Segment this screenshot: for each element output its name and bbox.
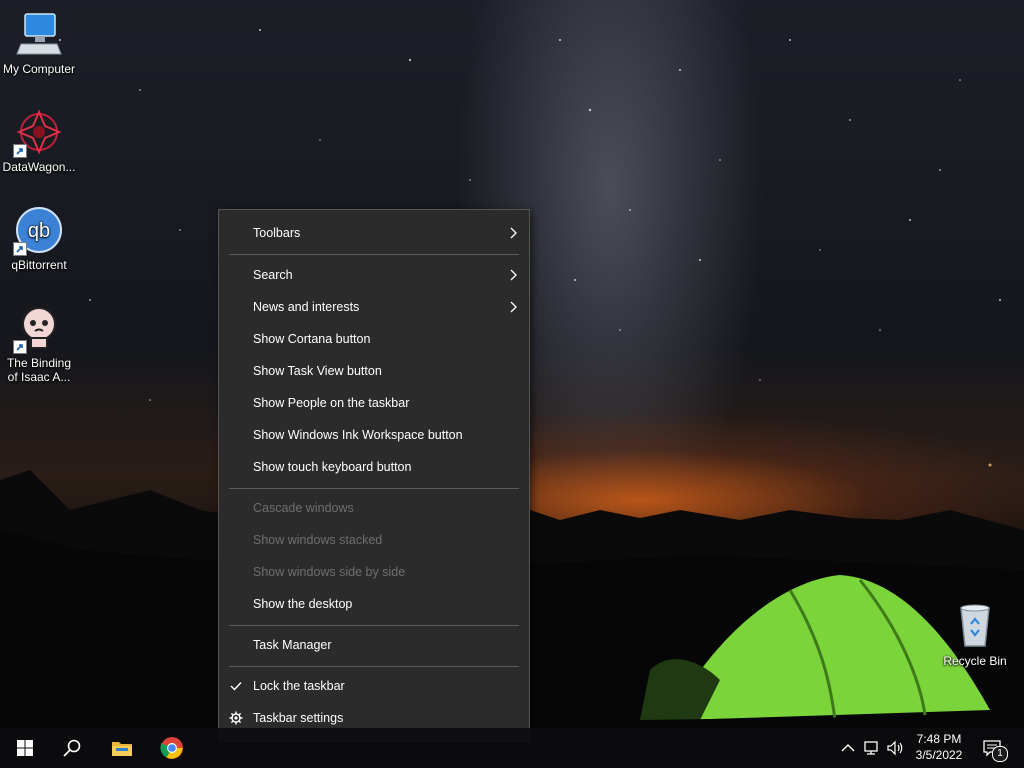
desktop-icon-my-computer[interactable]: My Computer <box>1 10 77 76</box>
taskbar-context-menu: Toolbars Search News and interests Show … <box>218 209 530 742</box>
menu-separator <box>229 625 519 626</box>
start-button[interactable] <box>0 728 48 768</box>
qbittorrent-icon: qb <box>13 206 63 256</box>
menu-item-label: News and interests <box>253 300 360 314</box>
menu-item-label: Cascade windows <box>253 501 354 515</box>
menu-item-label: Show Windows Ink Workspace button <box>253 428 463 442</box>
shortcut-arrow-icon <box>13 242 27 256</box>
menu-item-show-cortana[interactable]: Show Cortana button <box>219 324 529 354</box>
menu-item-windows-side-by-side: Show windows side by side <box>219 557 529 587</box>
menu-item-show-windows-ink[interactable]: Show Windows Ink Workspace button <box>219 420 529 450</box>
computer-icon <box>15 10 63 58</box>
menu-item-windows-stacked: Show windows stacked <box>219 525 529 555</box>
shortcut-arrow-icon <box>13 144 27 158</box>
file-explorer-button[interactable] <box>98 728 146 768</box>
volume-icon[interactable] <box>885 738 905 758</box>
gear-icon <box>229 711 243 725</box>
network-icon[interactable] <box>862 738 882 758</box>
menu-separator <box>229 254 519 255</box>
clock[interactable]: 7:48 PM 3/5/2022 <box>905 731 973 763</box>
chevron-right-icon <box>510 227 517 239</box>
file-explorer-icon <box>112 742 132 756</box>
chrome-button[interactable] <box>148 728 196 768</box>
menu-separator <box>229 488 519 489</box>
desktop-icon-label: The Binding of Isaac A... <box>6 356 72 384</box>
shortcut-arrow-icon <box>13 340 27 354</box>
menu-item-show-people[interactable]: Show People on the taskbar <box>219 388 529 418</box>
checkmark-icon <box>230 682 242 691</box>
menu-item-search[interactable]: Search <box>219 260 529 290</box>
menu-item-label: Show the desktop <box>253 597 353 611</box>
menu-item-label: Show windows stacked <box>253 533 383 547</box>
chrome-icon <box>160 737 183 759</box>
menu-item-show-touch-keyboard[interactable]: Show touch keyboard button <box>219 452 529 482</box>
search-icon <box>63 739 81 757</box>
isaac-icon <box>13 304 63 354</box>
chevron-right-icon <box>510 269 517 281</box>
taskbar[interactable]: 7:48 PM 3/5/2022 1 <box>0 728 1024 768</box>
menu-item-label: Task Manager <box>253 638 332 652</box>
menu-item-label: Toolbars <box>253 226 301 240</box>
desktop-icon-datawagon[interactable]: DataWagon... <box>1 108 77 174</box>
desktop-icon-label: DataWagon... <box>2 160 76 174</box>
datawagon-icon <box>13 108 63 158</box>
menu-item-toolbars[interactable]: Toolbars <box>219 218 529 248</box>
clock-time: 7:48 PM <box>916 732 962 746</box>
menu-item-label: Show People on the taskbar <box>253 396 410 410</box>
desktop-icon-label: My Computer <box>2 62 76 76</box>
menu-item-cascade-windows: Cascade windows <box>219 493 529 523</box>
menu-item-label: Show windows side by side <box>253 565 406 579</box>
menu-item-label: Show Cortana button <box>253 332 371 346</box>
menu-separator <box>229 666 519 667</box>
chevron-right-icon <box>510 301 517 313</box>
desktop-icon-qbittorrent[interactable]: qb qBittorrent <box>1 206 77 272</box>
desktop-icon-recycle-bin[interactable]: Recycle Bin <box>937 602 1013 668</box>
menu-item-show-task-view[interactable]: Show Task View button <box>219 356 529 386</box>
menu-item-show-desktop[interactable]: Show the desktop <box>219 589 529 619</box>
action-center-button[interactable]: 1 <box>980 736 1008 762</box>
menu-item-news-and-interests[interactable]: News and interests <box>219 292 529 322</box>
clock-date: 3/5/2022 <box>915 748 963 762</box>
chevron-up-icon[interactable] <box>838 738 858 758</box>
svg-text:qb: qb <box>28 220 50 242</box>
menu-item-label: Lock the taskbar <box>253 679 345 693</box>
desktop-icon-label: qBittorrent <box>11 258 67 272</box>
menu-item-label: Search <box>253 268 293 282</box>
windows-start-icon <box>17 740 33 756</box>
notification-badge: 1 <box>992 746 1008 762</box>
menu-item-task-manager[interactable]: Task Manager <box>219 630 529 660</box>
search-button[interactable] <box>48 728 96 768</box>
menu-item-label: Show touch keyboard button <box>253 460 412 474</box>
recycle-bin-icon <box>951 602 999 650</box>
desktop-icon-isaac[interactable]: The Binding of Isaac A... <box>1 304 77 384</box>
menu-item-label: Show Task View button <box>253 364 382 378</box>
menu-item-lock-taskbar[interactable]: Lock the taskbar <box>219 671 529 701</box>
desktop-icon-label: Recycle Bin <box>943 654 1007 668</box>
